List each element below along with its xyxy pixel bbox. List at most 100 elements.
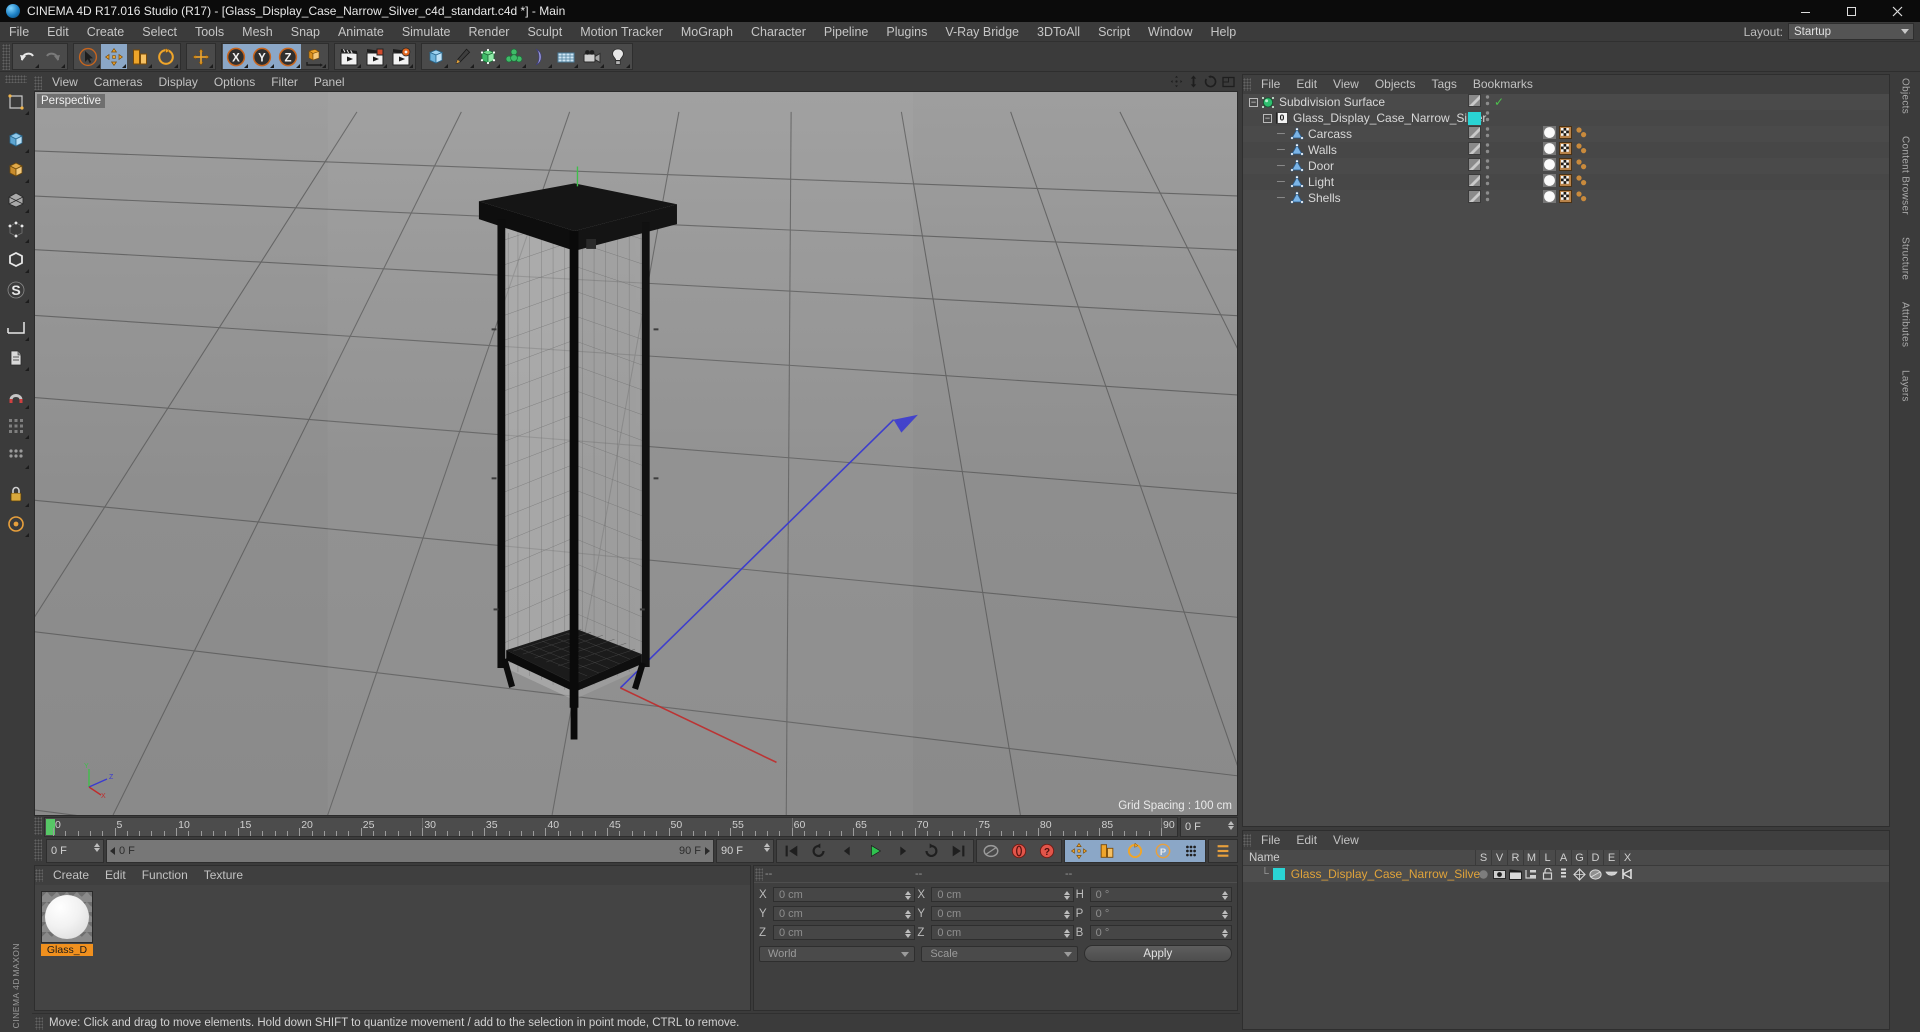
rotate-tool[interactable]: [153, 44, 179, 69]
menu-mograph[interactable]: MoGraph: [672, 22, 742, 42]
coord-input-rotation[interactable]: 0 °: [1089, 906, 1232, 921]
menu-plugins[interactable]: Plugins: [877, 22, 936, 42]
menu-3dtoall[interactable]: 3DToAll: [1028, 22, 1089, 42]
object-display-toggle[interactable]: [1468, 126, 1481, 142]
layer-manager-grip[interactable]: [1243, 834, 1251, 847]
menu-mesh[interactable]: Mesh: [233, 22, 282, 42]
material-item[interactable]: Glass_D: [41, 891, 93, 956]
add-camera-button[interactable]: [579, 44, 605, 69]
layer-animation-toggle[interactable]: [1555, 868, 1571, 880]
object-menu-view[interactable]: View: [1325, 75, 1367, 94]
keyframe-selection-button[interactable]: [1209, 840, 1237, 862]
scale-tool[interactable]: [127, 44, 153, 69]
layer-column-s[interactable]: S: [1475, 850, 1491, 866]
material-list[interactable]: Glass_D: [35, 885, 750, 1010]
layer-expression-toggle[interactable]: [1603, 869, 1619, 879]
spinner-icon[interactable]: [905, 910, 912, 919]
edge-mode-button[interactable]: [2, 245, 30, 275]
viewport-menu-options[interactable]: Options: [206, 74, 263, 91]
uv-mode-button[interactable]: [2, 509, 30, 539]
menu-v-ray-bridge[interactable]: V-Ray Bridge: [936, 22, 1028, 42]
menu-character[interactable]: Character: [742, 22, 815, 42]
parameter-key-button[interactable]: P: [1149, 840, 1177, 862]
model-mode-button[interactable]: [2, 125, 30, 155]
menu-script[interactable]: Script: [1089, 22, 1139, 42]
layout-grid-button[interactable]: [2, 441, 30, 471]
go-to-end-button[interactable]: [945, 840, 973, 862]
timeline-ruler[interactable]: 0 5 10 15 20 25 30 35 40 45 50 55 60 65 70 75 80 85 90: [44, 817, 1178, 837]
close-button[interactable]: [1874, 0, 1920, 22]
layer-column-x[interactable]: X: [1619, 850, 1635, 866]
enable-axis-button[interactable]: [2, 411, 30, 441]
make-editable-button[interactable]: [2, 87, 30, 117]
menu-pipeline[interactable]: Pipeline: [815, 22, 877, 42]
layer-column-d[interactable]: D: [1587, 850, 1603, 866]
world-coordinate-system[interactable]: [301, 44, 327, 69]
rotate-icon[interactable]: [1204, 75, 1217, 91]
layer-manager-toggle[interactable]: [1523, 869, 1539, 880]
spinner-icon[interactable]: [905, 929, 912, 938]
visibility-dots-icon[interactable]: [1485, 174, 1490, 190]
object-display-toggle[interactable]: [1468, 142, 1481, 158]
autokeying-toggle-button[interactable]: ?: [1033, 840, 1061, 862]
object-tree-row[interactable]: ─ Carcass: [1243, 126, 1889, 142]
pan-icon[interactable]: [1170, 75, 1183, 91]
selection-tag-icon[interactable]: [1575, 158, 1588, 174]
menu-select[interactable]: Select: [133, 22, 186, 42]
maximize-view-icon[interactable]: [1222, 76, 1235, 91]
lock-x-axis[interactable]: X: [223, 44, 249, 69]
coord-input-position[interactable]: 0 cm: [773, 925, 916, 940]
dock-tab-attributes[interactable]: Attributes: [1900, 302, 1911, 347]
layer-render-toggle[interactable]: [1507, 869, 1523, 880]
viewport-menu-view[interactable]: View: [44, 74, 86, 91]
record-active-objects-button[interactable]: [1005, 840, 1033, 862]
viewport-solo-button[interactable]: [2, 343, 30, 373]
tree-collapse-icon[interactable]: −: [1249, 97, 1258, 107]
layer-menu-file[interactable]: File: [1253, 831, 1288, 850]
layer-column-a[interactable]: A: [1555, 850, 1571, 866]
uvw-tag-icon[interactable]: [1559, 142, 1572, 158]
menu-snap[interactable]: Snap: [282, 22, 329, 42]
object-display-toggle[interactable]: [1468, 94, 1481, 110]
coordinate-mode-select[interactable]: Scale: [921, 945, 1078, 962]
status-bar-grip[interactable]: [35, 1016, 43, 1030]
viewport-menu-grip[interactable]: [34, 75, 42, 90]
object-menu-edit[interactable]: Edit: [1288, 75, 1325, 94]
layer-lock-toggle[interactable]: [1539, 868, 1555, 880]
add-deformer-button[interactable]: [527, 44, 553, 69]
texture-mode-button[interactable]: [2, 155, 30, 185]
selection-tag-icon[interactable]: [1575, 174, 1588, 190]
coord-input-size[interactable]: 0 cm: [931, 906, 1074, 921]
lock-button[interactable]: [2, 479, 30, 509]
spinner-icon[interactable]: [764, 843, 770, 852]
coord-input-position[interactable]: 0 cm: [773, 887, 916, 902]
menu-window[interactable]: Window: [1139, 22, 1201, 42]
point-level-animation-button[interactable]: [1177, 840, 1205, 862]
material-tag-icon[interactable]: [1543, 142, 1556, 158]
layer-row[interactable]: └ Glass_Display_Case_Narrow_Silver: [1243, 866, 1889, 882]
play-backwards-button[interactable]: [805, 840, 833, 862]
spinner-icon[interactable]: [1221, 929, 1228, 938]
menu-tools[interactable]: Tools: [186, 22, 233, 42]
material-menu-create[interactable]: Create: [45, 866, 97, 885]
lock-z-axis[interactable]: Z: [275, 44, 301, 69]
material-tag-icon[interactable]: [1543, 158, 1556, 174]
spinner-icon[interactable]: [1221, 891, 1228, 900]
scale-key-button[interactable]: [1093, 840, 1121, 862]
polygon-mode-button[interactable]: [2, 185, 30, 215]
preview-end-input[interactable]: 90 F: [716, 839, 774, 863]
point-mode-button[interactable]: [2, 215, 30, 245]
menu-motion-tracker[interactable]: Motion Tracker: [571, 22, 672, 42]
viewport-menu-display[interactable]: Display: [150, 74, 205, 91]
dock-tab-layers[interactable]: Layers: [1900, 370, 1911, 402]
spinner-icon[interactable]: [1228, 821, 1234, 830]
material-menu-function[interactable]: Function: [134, 866, 196, 885]
object-tree-row[interactable]: ─ Shells: [1243, 190, 1889, 206]
object-color-swatch[interactable]: [1468, 111, 1481, 125]
uvw-tag-icon[interactable]: [1559, 190, 1572, 206]
play-loop-button[interactable]: [917, 840, 945, 862]
select-tool[interactable]: [75, 44, 101, 69]
material-menu-texture[interactable]: Texture: [196, 866, 251, 885]
object-menu-bookmarks[interactable]: Bookmarks: [1465, 75, 1541, 94]
coord-input-position[interactable]: 0 cm: [773, 906, 916, 921]
